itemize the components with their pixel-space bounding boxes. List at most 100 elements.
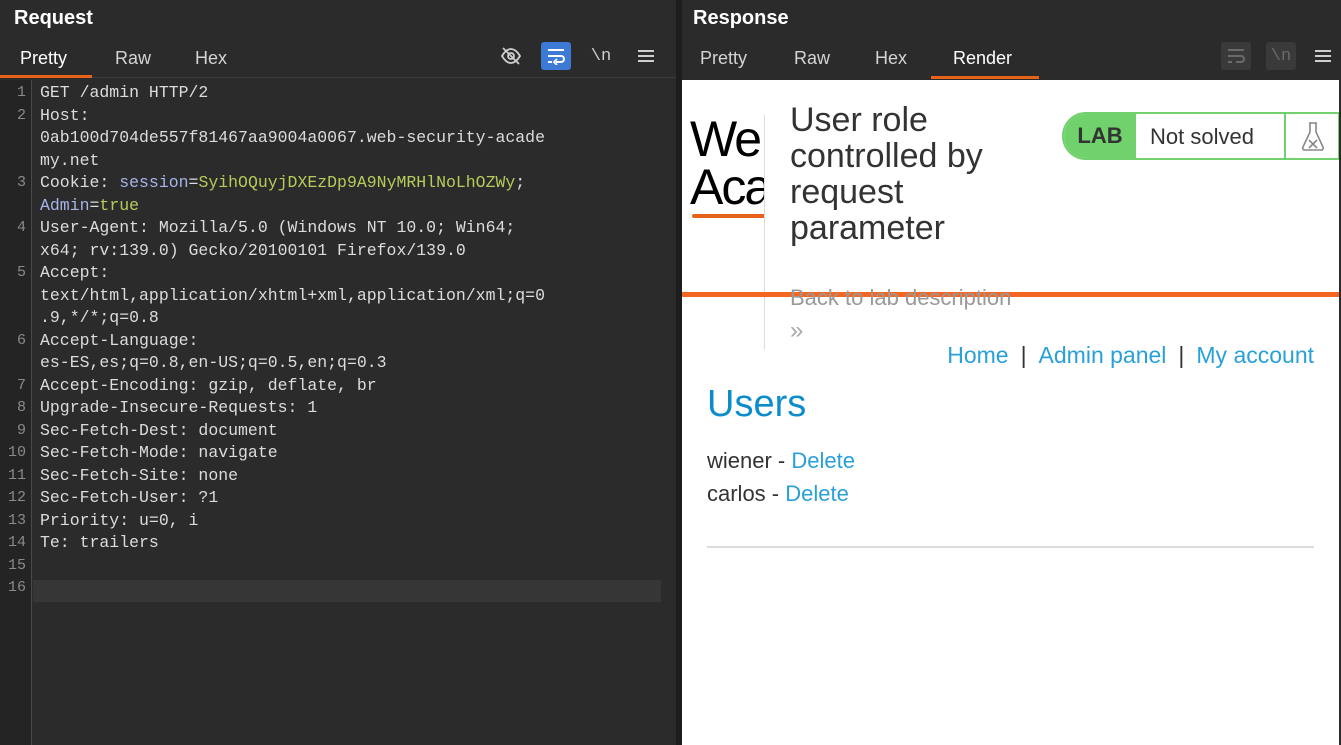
request-active-tab-indicator — [0, 75, 92, 78]
line-number: 6 — [16, 331, 26, 349]
response-tab-pretty[interactable]: Pretty — [700, 48, 747, 69]
rendered-response: We Aca User role controlled by request p… — [682, 80, 1339, 745]
newline-icon[interactable]: \n — [586, 42, 616, 70]
line-text: Sec-Fetch-User: ?1 — [40, 487, 218, 510]
code-token: = — [188, 173, 199, 192]
request-panel-title: Request — [14, 7, 93, 29]
code-token: my.net — [40, 150, 100, 170]
cookie-value-token: SyihOQuyjDXEzDp9A9NyMRHlNoLhOZWy — [198, 173, 516, 192]
response-panel: Response Pretty Raw Hex Render \n We Aca — [682, 0, 1341, 745]
line-number: 3 — [16, 174, 26, 191]
line-number: 2 — [16, 106, 26, 124]
lab-title: User role controlled by request paramete… — [790, 101, 983, 247]
user-separator: - — [765, 481, 786, 506]
web-security-academy-logo[interactable]: We Aca — [690, 110, 765, 220]
code-token: Te: trailers — [40, 533, 159, 552]
line-number: 12 — [7, 489, 26, 506]
line-number: 10 — [7, 444, 26, 461]
line-text: GET /admin HTTP/2 — [40, 82, 208, 105]
line-number: 5 — [16, 264, 26, 281]
nav-separator: | — [1020, 342, 1027, 368]
response-tab-raw[interactable]: Raw — [794, 48, 830, 69]
logo-swoosh — [692, 214, 765, 218]
code-token: Cookie: — [40, 173, 120, 192]
request-tab-hex[interactable]: Hex — [195, 48, 227, 69]
request-tabs: Pretty Raw Hex — [0, 40, 676, 78]
request-editor[interactable]: 1 GET /admin HTTP/2 2 Host: 0ab100d704de557f… — [0, 80, 676, 745]
cookie-name-token: session — [119, 173, 189, 192]
code-token: 0ab100d704de557f81467aa9004a0067.web-sec… — [40, 128, 545, 147]
line-text: Accept: — [40, 262, 109, 285]
section-divider — [707, 546, 1314, 548]
line-text: 0ab100d704de557f81467aa9004a0067.web-sec… — [40, 127, 545, 150]
lab-status-text: Not solved — [1150, 124, 1254, 149]
user-name: wiener — [707, 448, 772, 473]
line-text: Priority: u=0, i — [40, 510, 198, 533]
nav-admin-panel-link[interactable]: Admin panel — [1039, 342, 1167, 368]
line-text: Host: — [40, 105, 90, 128]
request-tab-raw[interactable]: Raw — [115, 48, 151, 69]
back-to-lab-link[interactable]: Back to lab description — [790, 285, 1011, 311]
code-token: Accept-Encoding: gzip, deflate, br — [40, 375, 377, 395]
menu-icon[interactable] — [1308, 42, 1338, 70]
request-panel: Request Pretty Raw Hex \n 1 GET /admin HT… — [0, 0, 676, 745]
delete-user-link[interactable]: Delete — [785, 481, 849, 506]
code-token: text/html,application/xhtml+xml,applicat… — [40, 285, 545, 305]
code-token: Sec-Fetch-User: ?1 — [40, 488, 219, 507]
line-text: Cookie: session=SyihOQuyjDXEzDp9A9NyMRHl… — [40, 172, 525, 195]
wrap-lines-icon[interactable] — [1221, 42, 1251, 70]
line-number: 11 — [7, 466, 26, 484]
code-token: Sec-Fetch-Mode: navigate — [40, 443, 278, 462]
code-token: Host: — [40, 105, 90, 125]
top-nav: Home | Admin panel | My account — [947, 342, 1314, 369]
eye-slash-icon[interactable] — [496, 42, 526, 70]
line-text: Te: trailers — [40, 532, 159, 555]
line-text: my.net — [40, 150, 99, 173]
line-number: 7 — [16, 376, 26, 394]
menu-icon[interactable] — [631, 42, 661, 70]
logo-line-2: Aca — [690, 159, 765, 215]
response-panel-title: Response — [693, 7, 789, 29]
user-separator: - — [771, 448, 792, 473]
nav-my-account-link[interactable]: My account — [1196, 342, 1314, 368]
code-token: ; — [515, 173, 526, 192]
response-tab-hex[interactable]: Hex — [875, 48, 907, 69]
cookie-name-token: Admin — [40, 195, 90, 215]
code-token: Sec-Fetch-Site: none — [40, 465, 239, 485]
line-text: Admin=true — [40, 195, 139, 218]
code-token: es-ES,es;q=0.8,en-US;q=0.5,en;q=0.3 — [40, 353, 387, 372]
line-number: 9 — [16, 421, 26, 439]
request-tab-pretty[interactable]: Pretty — [20, 48, 67, 69]
nav-home-link[interactable]: Home — [947, 342, 1008, 368]
line-number: 4 — [16, 219, 26, 236]
wrap-lines-icon[interactable] — [541, 42, 571, 70]
code-token: Accept: — [40, 263, 110, 282]
user-row: wiener - Delete — [707, 448, 855, 474]
user-name: carlos — [707, 481, 766, 506]
line-number: 1 — [16, 84, 26, 101]
line-text: text/html,application/xhtml+xml,applicat… — [40, 285, 545, 308]
current-line-highlight — [33, 580, 661, 602]
line-text: x64; rv:139.0) Gecko/20100101 Firefox/13… — [40, 240, 466, 263]
cookie-value-token: true — [99, 195, 140, 215]
newline-icon[interactable]: \n — [1266, 42, 1296, 70]
burp-repeater-window: Request Pretty Raw Hex \n 1 GET /admin HT… — [0, 0, 1341, 745]
response-active-tab-indicator — [931, 76, 1039, 79]
code-token: = — [89, 195, 100, 215]
delete-user-link[interactable]: Delete — [791, 448, 855, 473]
code-token: Sec-Fetch-Dest: document — [40, 420, 278, 440]
line-text: Upgrade-Insecure-Requests: 1 — [40, 397, 317, 420]
double-chevron-icon: » — [790, 317, 804, 344]
code-token: Accept-Language: — [40, 330, 199, 350]
line-text: Sec-Fetch-Mode: navigate — [40, 442, 278, 465]
response-tab-render[interactable]: Render — [953, 48, 1012, 69]
line-number: 14 — [7, 534, 26, 551]
code-token: GET /admin HTTP/2 — [40, 83, 209, 102]
code-token: .9,*/*;q=0.8 — [40, 308, 159, 327]
code-token: Priority: u=0, i — [40, 510, 199, 530]
line-number: 8 — [16, 399, 26, 416]
line-number: 16 — [7, 579, 26, 596]
code-token: x64; rv:139.0) Gecko/20100101 Firefox/13… — [40, 240, 466, 260]
user-row: carlos - Delete — [707, 481, 849, 507]
code-token: User-Agent: Mozilla/5.0 (Windows NT 10.0… — [40, 218, 516, 237]
